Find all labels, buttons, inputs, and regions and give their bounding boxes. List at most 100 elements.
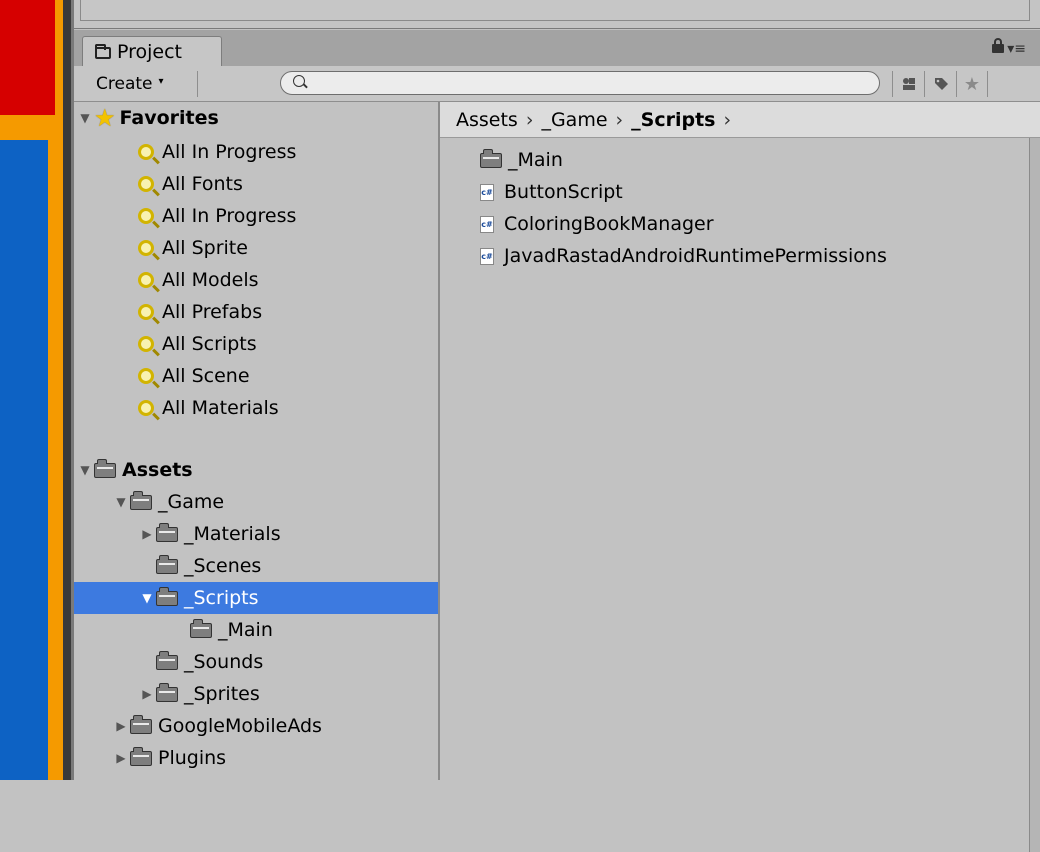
favorites-star-icon: ★ bbox=[94, 104, 116, 132]
left-window-blue-strip bbox=[0, 140, 48, 780]
tree-item-sprites[interactable]: ▶ _Sprites bbox=[74, 678, 438, 710]
file-item-label: ColoringBookManager bbox=[504, 213, 714, 235]
folder-icon bbox=[190, 618, 212, 638]
favorite-item[interactable]: All Prefabs bbox=[74, 296, 438, 328]
favorite-item-label: All Fonts bbox=[162, 173, 243, 195]
assets-header[interactable]: ▼ Assets bbox=[74, 454, 438, 486]
tree-item-label: _Scenes bbox=[184, 555, 262, 577]
search-input[interactable] bbox=[311, 73, 865, 95]
tree-item-scripts[interactable]: ▼ _Scripts bbox=[74, 582, 438, 614]
search-filter-icon bbox=[138, 304, 154, 320]
window-divider[interactable] bbox=[63, 0, 71, 780]
breadcrumb: Assets › _Game › _Scripts › bbox=[440, 102, 1040, 138]
favorite-item[interactable]: All Materials bbox=[74, 392, 438, 424]
window-edge bbox=[1029, 138, 1040, 852]
project-window: Project ▾≡ Create ▾ ★ ▼ ★ Favorites All … bbox=[74, 30, 1040, 852]
assets-label: Assets bbox=[122, 459, 193, 481]
favorites-label: Favorites bbox=[119, 107, 219, 129]
save-search-button[interactable]: ★ bbox=[956, 71, 988, 97]
file-item-folder[interactable]: _Main bbox=[480, 144, 563, 176]
tree-item-label: _Game bbox=[158, 491, 225, 513]
favorite-item-label: All Prefabs bbox=[162, 301, 263, 323]
favorite-item-label: All Models bbox=[162, 269, 259, 291]
search-filter-icon bbox=[138, 400, 154, 416]
search-icon bbox=[293, 75, 305, 87]
tree-item-materials[interactable]: ▶ _Materials bbox=[74, 518, 438, 550]
folder-icon bbox=[156, 586, 178, 606]
search-filter-icon bbox=[138, 272, 154, 288]
expand-arrow-icon[interactable]: ▼ bbox=[78, 111, 92, 125]
breadcrumb-item[interactable]: _Game bbox=[541, 109, 607, 131]
collapse-arrow-icon[interactable]: ▶ bbox=[114, 751, 128, 765]
lock-icon[interactable] bbox=[992, 38, 1004, 53]
search-by-label-button[interactable] bbox=[924, 71, 956, 97]
file-item-script[interactable]: c# JavadRastadAndroidRuntimePermissions bbox=[480, 240, 887, 272]
favorite-item[interactable]: All In Progress bbox=[74, 200, 438, 232]
csharp-script-icon: c# bbox=[480, 247, 494, 265]
tree-item-game[interactable]: ▼ _Game bbox=[74, 486, 438, 518]
collapse-arrow-icon[interactable]: ▶ bbox=[140, 527, 154, 541]
favorite-item[interactable]: All In Progress bbox=[74, 136, 438, 168]
upper-panel bbox=[74, 0, 1040, 29]
expand-arrow-icon[interactable]: ▼ bbox=[114, 495, 128, 509]
left-window-red-strip bbox=[0, 0, 55, 115]
favorite-item-label: All In Progress bbox=[162, 141, 297, 163]
favorite-item[interactable]: All Sprite bbox=[74, 232, 438, 264]
search-filter-icon bbox=[138, 208, 154, 224]
search-filter-icon bbox=[138, 368, 154, 384]
breadcrumb-separator-icon: › bbox=[615, 108, 624, 131]
tag-icon bbox=[934, 78, 948, 90]
csharp-script-icon: c# bbox=[480, 183, 494, 201]
folder-icon bbox=[130, 746, 152, 766]
tree-item-label: _Sprites bbox=[184, 683, 260, 705]
breadcrumb-separator-icon: › bbox=[723, 108, 732, 131]
create-button-label: Create bbox=[96, 74, 153, 94]
breadcrumb-item[interactable]: Assets bbox=[456, 109, 518, 131]
breadcrumb-item-current[interactable]: _Scripts bbox=[631, 109, 715, 131]
project-tree: ▼ ★ Favorites All In Progress All Fonts … bbox=[74, 102, 440, 780]
favorite-item[interactable]: All Scripts bbox=[74, 328, 438, 360]
tree-item-label: Plugins bbox=[158, 747, 227, 769]
tree-item-label: GoogleMobileAds bbox=[158, 715, 322, 737]
upper-panel-frame bbox=[80, 0, 1030, 21]
project-content: Assets › _Game › _Scripts › _Main c# But… bbox=[440, 102, 1040, 852]
file-item-script[interactable]: c# ButtonScript bbox=[480, 176, 623, 208]
tree-item-main[interactable]: _Main bbox=[74, 614, 438, 646]
search-field[interactable] bbox=[280, 71, 880, 95]
expand-arrow-icon[interactable]: ▼ bbox=[78, 463, 92, 477]
favorite-item[interactable]: All Scene bbox=[74, 360, 438, 392]
search-filter-icon bbox=[138, 240, 154, 256]
star-icon: ★ bbox=[963, 73, 981, 95]
file-item-script[interactable]: c# ColoringBookManager bbox=[480, 208, 714, 240]
folder-icon bbox=[156, 554, 178, 574]
collapse-arrow-icon[interactable]: ▶ bbox=[114, 719, 128, 733]
folder-icon bbox=[156, 682, 178, 702]
favorite-item-label: All In Progress bbox=[162, 205, 297, 227]
search-filter-icon bbox=[138, 144, 154, 160]
search-filter-icon bbox=[138, 336, 154, 352]
favorite-item[interactable]: All Fonts bbox=[74, 168, 438, 200]
tab-project[interactable]: Project bbox=[82, 36, 222, 66]
tree-item-label: _Materials bbox=[184, 523, 281, 545]
folder-icon bbox=[94, 458, 116, 478]
search-by-type-button[interactable] bbox=[892, 71, 924, 97]
expand-arrow-icon[interactable]: ▼ bbox=[140, 591, 154, 605]
tree-item-scenes[interactable]: _Scenes bbox=[74, 550, 438, 582]
tree-item-label: _Sounds bbox=[184, 651, 264, 673]
file-item-label: JavadRastadAndroidRuntimePermissions bbox=[504, 245, 887, 267]
create-button[interactable]: Create ▾ bbox=[90, 71, 198, 97]
tree-item-googlemobileads[interactable]: ▶ GoogleMobileAds bbox=[74, 710, 438, 742]
tree-item-label: _Scripts bbox=[184, 587, 259, 609]
folder-icon bbox=[130, 490, 152, 510]
folder-icon bbox=[480, 148, 502, 168]
collapse-arrow-icon[interactable]: ▶ bbox=[140, 687, 154, 701]
favorite-item[interactable]: All Models bbox=[74, 264, 438, 296]
project-toolbar: Create ▾ ★ bbox=[74, 66, 1040, 102]
folder-icon bbox=[156, 522, 178, 542]
dropdown-caret-icon: ▾ bbox=[158, 75, 164, 87]
favorites-header[interactable]: ▼ ★ Favorites bbox=[74, 102, 438, 134]
tree-item-sounds[interactable]: _Sounds bbox=[74, 646, 438, 678]
tree-item-plugins[interactable]: ▶ Plugins bbox=[74, 742, 438, 774]
menu-icon[interactable]: ▾≡ bbox=[1007, 42, 1026, 56]
folder-icon bbox=[95, 43, 111, 59]
